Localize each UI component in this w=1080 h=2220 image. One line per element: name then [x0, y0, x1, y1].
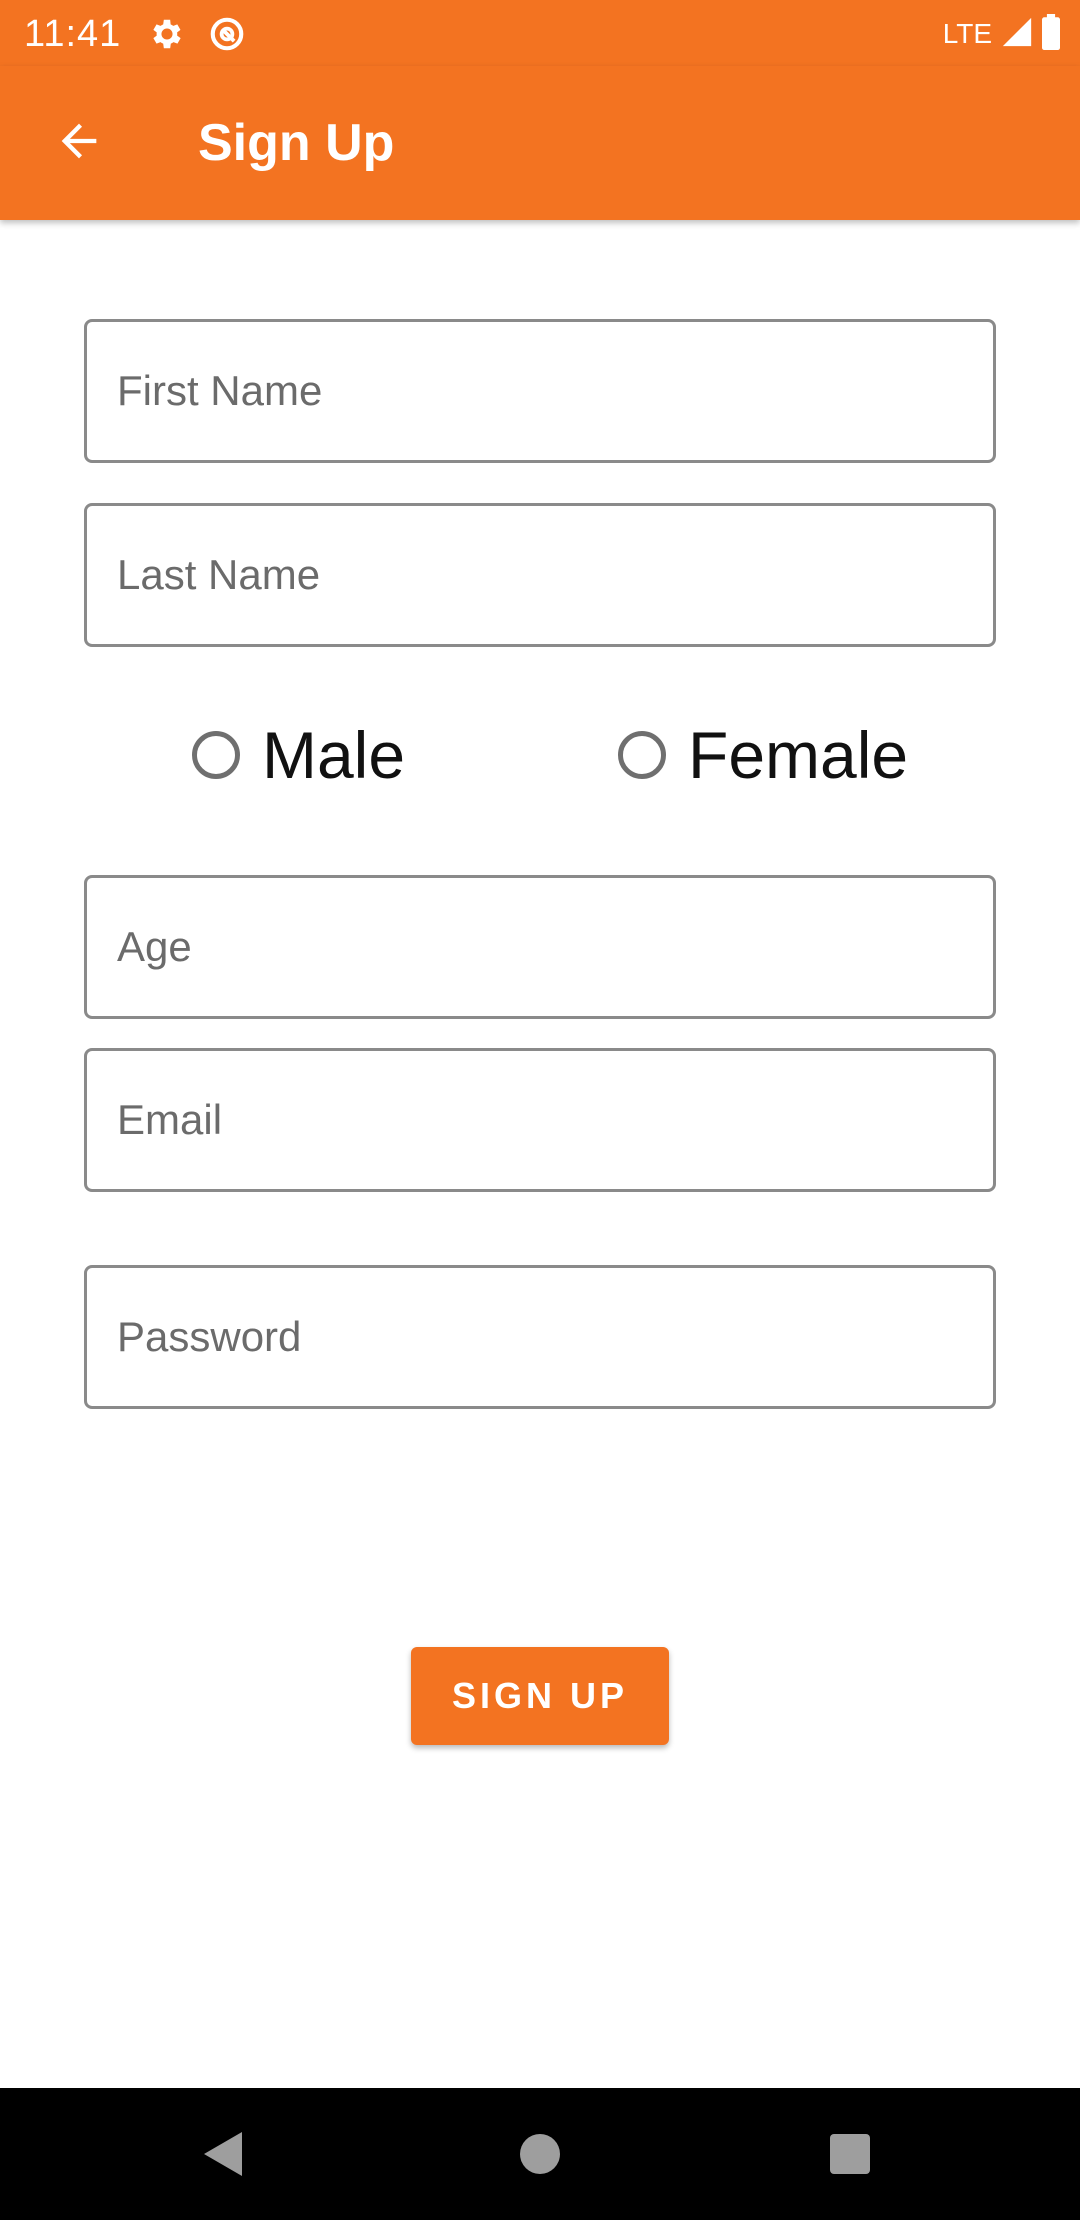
app-bar: Sign Up [0, 66, 1080, 220]
first-name-field[interactable] [84, 319, 996, 463]
first-name-input[interactable] [87, 322, 993, 460]
settings-gear-icon [148, 15, 186, 53]
sign-up-screen: 11:41 LTE Sign Up First Name Last Name M… [0, 0, 1080, 2220]
email-field[interactable] [84, 1048, 996, 1192]
recents-square-icon [829, 2133, 871, 2175]
nav-back-button[interactable] [182, 2112, 266, 2196]
radio-button-male[interactable] [192, 731, 240, 779]
system-navigation-bar [0, 2088, 1080, 2220]
last-name-field[interactable] [84, 503, 996, 647]
nav-home-button[interactable] [498, 2112, 582, 2196]
network-type-label: LTE [942, 18, 992, 49]
status-bar: 11:41 LTE [0, 0, 1080, 66]
back-triangle-icon [202, 2130, 246, 2178]
radio-label-female: Female [688, 718, 909, 792]
gender-radio-male[interactable]: Male [192, 720, 405, 790]
page-title: Sign Up [198, 114, 395, 172]
at-sign-icon [208, 15, 246, 53]
signal-icon [1000, 15, 1034, 54]
email-input[interactable] [87, 1051, 993, 1189]
status-right-group: LTE [942, 13, 1062, 55]
sign-up-button-label: SIGN UP [451, 1675, 629, 1716]
status-time: 11:41 [24, 13, 122, 55]
home-circle-icon [519, 2133, 561, 2175]
gender-radio-female[interactable]: Female [618, 720, 908, 790]
age-field[interactable] [84, 875, 996, 1019]
radio-button-female[interactable] [618, 731, 666, 779]
radio-label-male: Male [262, 718, 406, 792]
arrow-back-icon [53, 115, 105, 172]
sign-up-button[interactable]: SIGN UP [411, 1647, 669, 1745]
age-input[interactable] [87, 878, 993, 1016]
password-input[interactable] [87, 1268, 993, 1406]
back-button[interactable] [40, 104, 118, 182]
nav-recents-button[interactable] [808, 2112, 892, 2196]
battery-icon [1040, 13, 1062, 55]
password-field[interactable] [84, 1265, 996, 1409]
last-name-input[interactable] [87, 506, 993, 644]
